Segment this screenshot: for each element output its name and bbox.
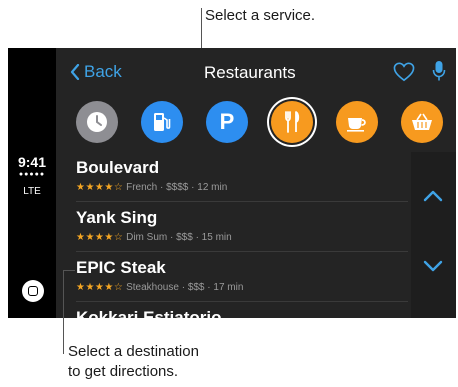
scroll-panel [411, 152, 456, 318]
destination-name: EPIC Steak [76, 258, 166, 277]
service-groceries-button[interactable] [401, 101, 443, 143]
heart-icon[interactable] [393, 62, 415, 82]
service-coffee-button[interactable] [336, 101, 378, 143]
fuel-pump-icon [154, 113, 171, 131]
mic-icon[interactable] [432, 60, 446, 82]
signal-strength-indicator: ●●●●● [18, 171, 46, 178]
service-restaurants-button[interactable] [271, 101, 313, 143]
coffee-cup-icon [347, 118, 366, 132]
basket-icon [412, 113, 432, 130]
maps-app: Back Restaurants P Boulevard ★★★★☆ Frenc… [56, 48, 456, 318]
callout-bottom-connector [63, 270, 75, 271]
rating-stars: ★★★★☆ [76, 282, 124, 293]
destination-list: Boulevard ★★★★☆ French · $$$$ · 12 min Y… [56, 152, 408, 318]
destination-name: Boulevard [76, 158, 160, 177]
rating-stars: ★★★★☆ [76, 182, 124, 193]
destination-info: Steakhouse · $$$ · 17 min [126, 282, 244, 293]
list-item[interactable]: Boulevard ★★★★☆ French · $$$$ · 12 min [56, 152, 408, 202]
back-button[interactable]: Back [70, 62, 122, 82]
status-bar: 9:41 ●●●●● LTE [8, 48, 56, 318]
list-item[interactable]: EPIC Steak ★★★★☆ Steakhouse · $$$ · 17 m… [56, 252, 408, 302]
rating-stars: ★★★★☆ [76, 232, 124, 243]
navigation-bar: Back Restaurants [56, 48, 456, 94]
page-title: Restaurants [204, 63, 296, 82]
list-item[interactable]: Kokkari Estiatorio [56, 302, 408, 318]
destination-details: ★★★★☆ Steakhouse · $$$ · 17 min [76, 282, 243, 293]
callout-bottom-leader [63, 270, 64, 354]
clock-icon [87, 112, 107, 132]
list-item[interactable]: Yank Sing ★★★★☆ Dim Sum · $$$ · 15 min [56, 202, 408, 252]
destination-name: Kokkari Estiatorio [76, 308, 222, 318]
callout-select-destination: Select a destination to get directions. [68, 343, 199, 380]
home-button[interactable] [22, 280, 44, 302]
service-recent-button[interactable] [76, 101, 118, 143]
destination-name: Yank Sing [76, 208, 158, 227]
service-gas-stations-button[interactable] [141, 101, 183, 143]
callout-select-service: Select a service. [205, 7, 316, 24]
service-parking-button[interactable]: P [206, 101, 248, 143]
status-time: 9:41 [17, 154, 47, 170]
network-type: LTE [23, 186, 41, 197]
destination-details: ★★★★☆ French · $$$$ · 12 min [76, 182, 227, 193]
parking-icon: P [219, 109, 235, 134]
back-button-label: Back [84, 62, 122, 81]
service-category-bar: P [56, 98, 456, 148]
destination-info: Dim Sum · $$$ · 15 min [126, 232, 232, 243]
fork-knife-icon [285, 111, 300, 133]
destination-details: ★★★★☆ Dim Sum · $$$ · 15 min [76, 232, 232, 243]
destination-info: French · $$$$ · 12 min [126, 182, 228, 193]
chevron-down-icon[interactable] [423, 260, 443, 272]
chevron-up-icon[interactable] [423, 190, 443, 202]
chevron-left-icon [70, 64, 80, 80]
carplay-screen: 9:41 ●●●●● LTE Back Restaurants P Boulev… [8, 48, 456, 318]
